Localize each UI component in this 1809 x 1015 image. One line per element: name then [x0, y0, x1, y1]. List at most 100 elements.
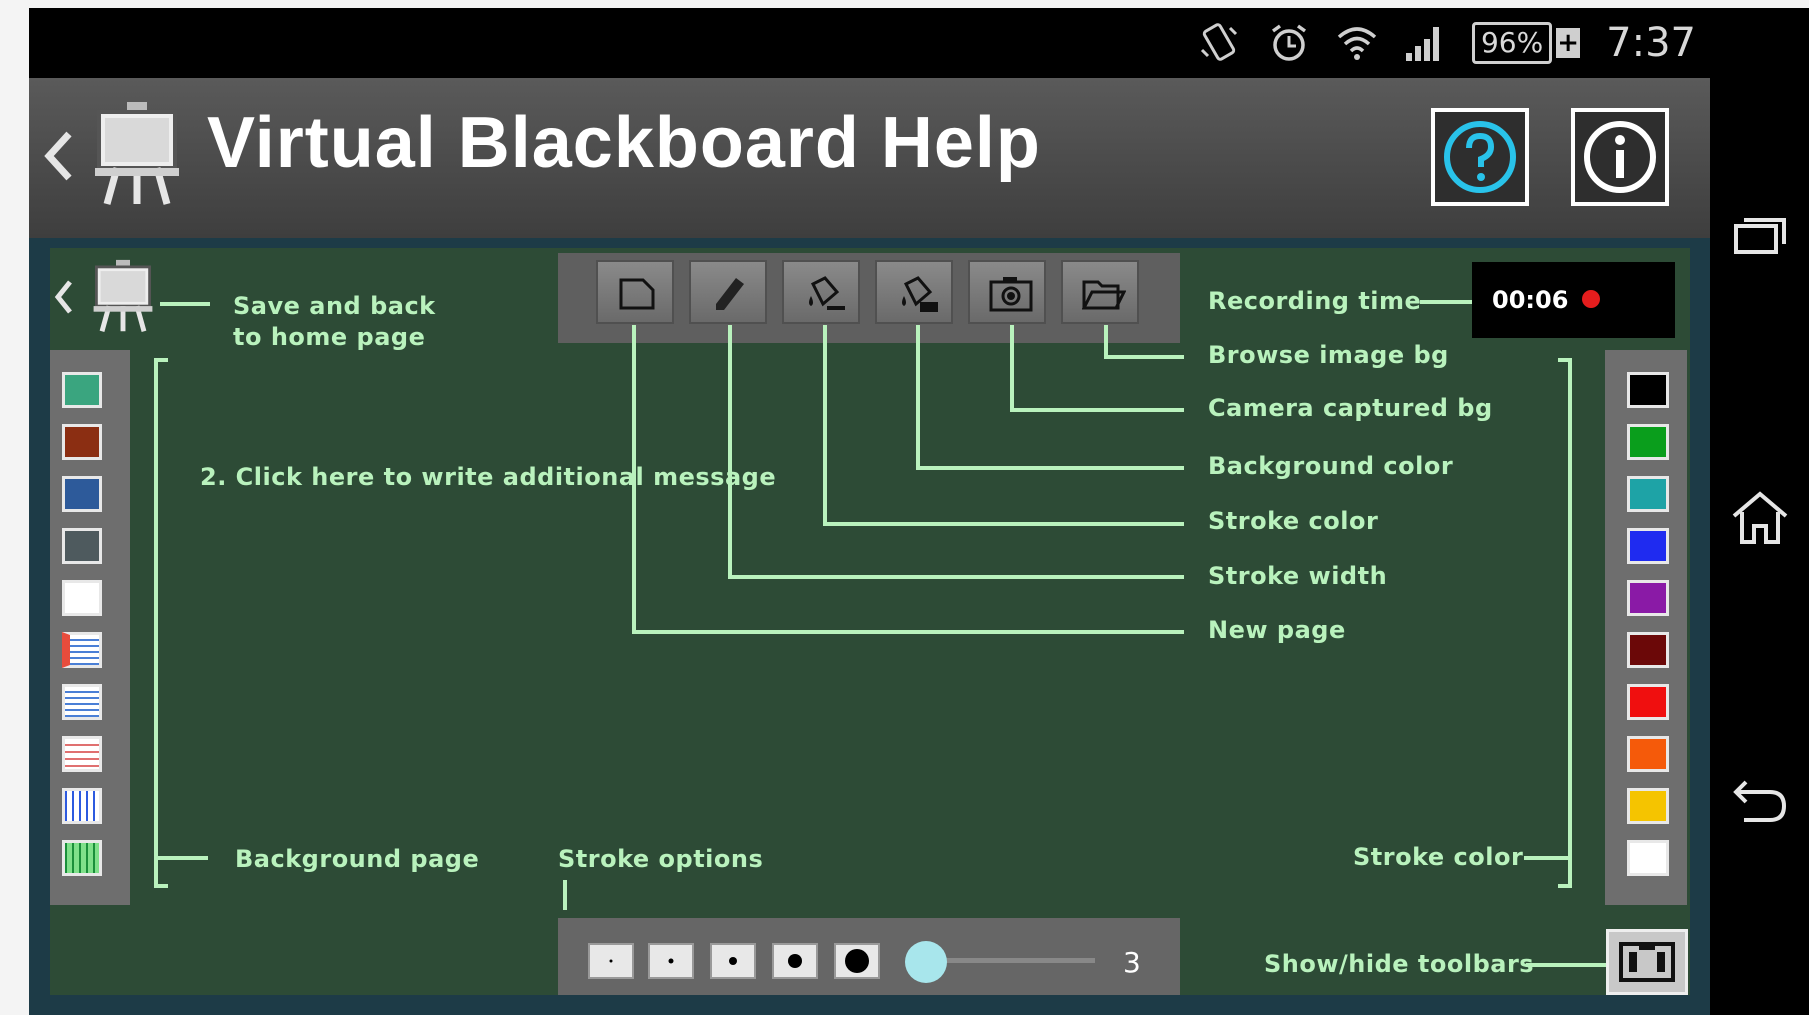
save-home-logo-icon[interactable] — [88, 258, 158, 336]
recording-time-label: Recording time — [1208, 287, 1422, 315]
stroke-size-5[interactable] — [834, 943, 880, 979]
stroke-width-value: 3 — [1123, 946, 1141, 979]
charging-indicator: + — [1556, 28, 1581, 58]
app-bar: Virtual Blackboard Help — [29, 78, 1710, 238]
background-color-bucket-icon — [902, 276, 938, 312]
bg-lined-paper-3[interactable] — [62, 736, 102, 772]
callout-v-camera — [1010, 325, 1014, 411]
color-teal[interactable] — [1627, 476, 1669, 512]
right-bracket-bottom — [1558, 884, 1572, 888]
folder-icon — [1082, 280, 1126, 310]
color-blue[interactable] — [1627, 528, 1669, 564]
additional-message-label[interactable]: 2. Click here to write additional messag… — [200, 463, 776, 491]
app-title: Virtual Blackboard Help — [207, 103, 1041, 183]
bg-swatch-blue[interactable] — [62, 476, 102, 512]
callout-h-camera — [1010, 408, 1184, 412]
color-purple[interactable] — [1627, 580, 1669, 616]
info-icon — [1584, 121, 1656, 193]
camera-icon — [989, 277, 1033, 312]
pencil-icon — [716, 278, 744, 310]
wifi-icon — [1337, 27, 1377, 60]
callout-v-strokecolor — [823, 325, 827, 525]
stroke-size-4[interactable] — [772, 943, 818, 979]
callout-line-bg-page — [158, 856, 208, 860]
show-hide-toolbars-button[interactable] — [1606, 929, 1688, 995]
right-bracket — [1568, 358, 1572, 888]
save-back-label-line1: Save and back — [233, 292, 436, 320]
stroke-width-label: Stroke width — [1208, 562, 1388, 590]
left-bracket-top — [154, 358, 168, 362]
left-bracket — [154, 358, 158, 888]
new-page-button[interactable] — [596, 260, 674, 324]
bg-grid-green[interactable] — [62, 840, 102, 876]
bg-lined-paper-1[interactable] — [62, 632, 102, 668]
battery-icon: 96% + — [1471, 22, 1581, 64]
callout-v-newpage — [632, 325, 636, 633]
background-color-button[interactable] — [875, 260, 953, 324]
color-orange[interactable] — [1627, 736, 1669, 772]
bg-swatch-brown[interactable] — [62, 424, 102, 460]
browse-image-bg-label: Browse image bg — [1208, 341, 1449, 369]
color-yellow[interactable] — [1627, 788, 1669, 824]
camera-captured-bg-label: Camera captured bg — [1208, 394, 1493, 422]
recording-time-value: 00:06 — [1492, 286, 1569, 314]
background-color-label: Background color — [1208, 452, 1454, 480]
stroke-size-2[interactable] — [648, 943, 694, 979]
callout-line-stroke-options — [563, 880, 567, 910]
recording-dot-icon — [1582, 290, 1600, 308]
vibrate-icon — [1200, 23, 1237, 61]
stroke-color-label: Stroke color — [1208, 507, 1379, 535]
stroke-color-bottom-label: Stroke color — [1353, 843, 1524, 871]
right-bracket-top — [1558, 358, 1572, 362]
board-back-icon[interactable] — [52, 278, 76, 316]
status-icons: 96% + 7:37 — [1196, 8, 1696, 78]
blackboard-logo-icon[interactable] — [87, 100, 187, 210]
status-bar: 96% + 7:37 — [29, 8, 1710, 78]
help-button[interactable] — [1431, 108, 1529, 206]
bg-swatch-green[interactable] — [62, 372, 102, 408]
stroke-width-slider-thumb[interactable] — [905, 941, 947, 983]
home-icon[interactable] — [1730, 488, 1790, 548]
callout-v-browse — [1104, 325, 1108, 357]
stroke-width-button[interactable] — [689, 260, 767, 324]
back-icon[interactable] — [1730, 768, 1790, 828]
stroke-color-bucket-icon — [809, 276, 845, 310]
browse-image-button[interactable] — [1061, 260, 1139, 324]
recent-apps-icon[interactable] — [1730, 208, 1790, 268]
info-button[interactable] — [1571, 108, 1669, 206]
stroke-size-3[interactable] — [710, 943, 756, 979]
callout-h-browse — [1104, 355, 1184, 359]
callout-line-showhide — [1526, 963, 1606, 967]
callout-v-bgcolor — [916, 325, 920, 469]
color-dark-red[interactable] — [1627, 632, 1669, 668]
alarm-icon — [1271, 24, 1306, 61]
stroke-color-button[interactable] — [782, 260, 860, 324]
bg-swatch-gray[interactable] — [62, 528, 102, 564]
app-back-icon[interactable] — [39, 128, 79, 184]
callout-v-strokewidth — [728, 325, 732, 578]
bg-grid-blue[interactable] — [62, 788, 102, 824]
callout-line-recording — [1420, 300, 1472, 304]
clock: 7:37 — [1606, 20, 1696, 66]
color-green[interactable] — [1627, 424, 1669, 460]
bg-lined-paper-2[interactable] — [62, 684, 102, 720]
color-white[interactable] — [1627, 840, 1669, 876]
camera-bg-button[interactable] — [968, 260, 1046, 324]
new-page-icon — [619, 278, 655, 310]
background-page-label: Background page — [235, 845, 480, 873]
save-back-label-line2: to home page — [233, 323, 426, 351]
callout-h-bgcolor — [916, 466, 1184, 470]
color-black[interactable] — [1627, 372, 1669, 408]
stroke-width-slider-track[interactable] — [925, 958, 1095, 963]
battery-level: 96% — [1471, 22, 1553, 64]
recording-indicator[interactable]: 00:06 — [1472, 262, 1675, 338]
callout-h-strokewidth — [728, 575, 1184, 579]
board-bottom-strip — [29, 995, 1710, 1015]
show-hide-toolbars-label: Show/hide toolbars — [1264, 950, 1535, 978]
help-icon — [1444, 121, 1516, 193]
new-page-label: New page — [1208, 616, 1346, 644]
color-red[interactable] — [1627, 684, 1669, 720]
callout-line-stroke-color — [1524, 856, 1570, 860]
bg-swatch-white[interactable] — [62, 580, 102, 616]
stroke-size-1[interactable] — [588, 943, 634, 979]
